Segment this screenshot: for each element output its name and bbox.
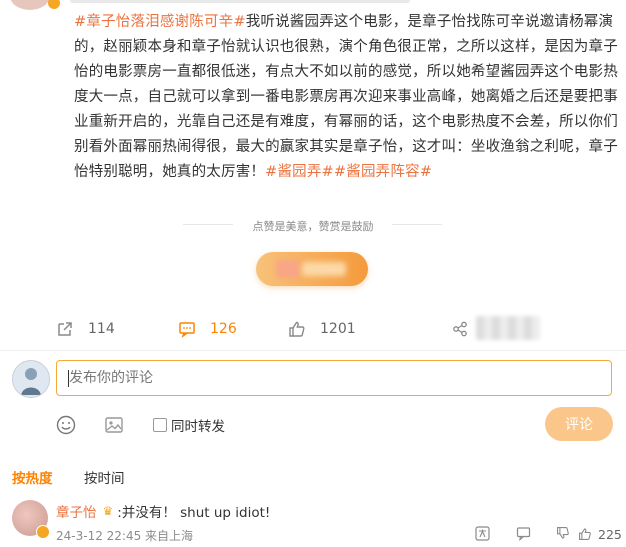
section-divider: [0, 350, 626, 351]
share-icon: [453, 321, 467, 337]
thumbs-up-icon: [579, 528, 591, 540]
thumbs-up-icon: [289, 321, 305, 337]
translate-icon[interactable]: [475, 526, 490, 541]
divider-right: [392, 224, 442, 225]
cutoff-text: [70, 0, 410, 3]
verified-badge-icon: [36, 525, 50, 539]
commenter-name[interactable]: 章子怡: [56, 501, 97, 521]
verified-badge-icon: [48, 0, 60, 9]
dislike-icon[interactable]: [556, 526, 570, 540]
repost-checkbox[interactable]: [153, 418, 167, 432]
comment-meta: 24-3-12 22:45 来自上海: [56, 529, 194, 543]
topic-links[interactable]: #酱园弄##酱园弄阵容#: [265, 164, 432, 180]
reward-tip-row: 点赞是美意，赞赏是鼓励: [0, 216, 626, 234]
like-button[interactable]: 1201: [288, 318, 356, 340]
text-caret: [68, 370, 69, 387]
comment-count: 126: [210, 321, 237, 337]
post-body-text: 我听说酱园弄这个电影，是章子怡找陈可辛说邀请杨幂演的，赵丽颖本身和章子怡就认识也…: [74, 14, 618, 180]
like-count: 1201: [320, 321, 356, 337]
reward-blurred-text: [302, 262, 346, 276]
comment-button[interactable]: 126: [178, 318, 237, 340]
comment-icon: [179, 322, 195, 338]
repost-button[interactable]: 114: [56, 318, 115, 340]
my-avatar[interactable]: [12, 360, 50, 398]
image-icon[interactable]: [103, 414, 125, 436]
comment-like-button[interactable]: 225: [578, 526, 622, 542]
reward-tip: 点赞是美意，赞赏是鼓励: [252, 220, 374, 233]
avatar-illustration-icon: [13, 361, 49, 397]
emoji-icon[interactable]: [55, 414, 77, 436]
post-text: #章子怡落泪感谢陈可辛#我听说酱园弄这个电影，是章子怡找陈可辛说邀请杨幂演的，赵…: [74, 10, 620, 185]
repost-icon: [58, 322, 72, 336]
reward-blurred-icon: [276, 260, 300, 278]
repost-count: 114: [88, 321, 115, 337]
sort-by-time-tab[interactable]: 按时间: [84, 467, 125, 487]
crown-icon: ♛: [102, 504, 114, 518]
comment-text: :并没有！ shut up idiot!: [117, 505, 271, 521]
comment-like-count: 225: [598, 526, 622, 542]
sort-by-hot-tab[interactable]: 按热度: [12, 467, 53, 487]
reply-icon[interactable]: [516, 526, 531, 541]
reward-button[interactable]: [256, 252, 368, 286]
comment-input[interactable]: [56, 360, 612, 396]
topic-link[interactable]: #章子怡落泪感谢陈可辛#: [74, 14, 246, 30]
share-blurred-area: [476, 316, 540, 340]
submit-comment-button[interactable]: 评论: [545, 407, 613, 441]
post-header-cutoff: [0, 0, 626, 10]
comment-line: 章子怡 ♛ :并没有！ shut up idiot!: [56, 501, 270, 521]
author-avatar[interactable]: [10, 0, 50, 10]
repost-checkbox-label: 同时转发: [171, 419, 225, 435]
